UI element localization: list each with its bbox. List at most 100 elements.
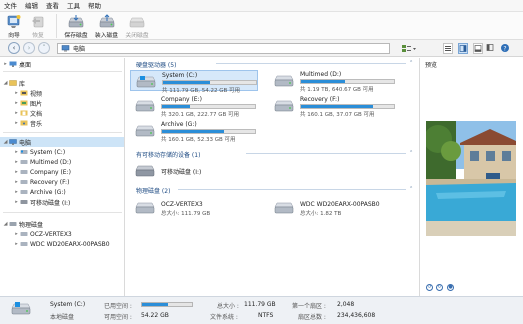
tree-item-drive-c[interactable]: ▸ System (C:) [13,147,65,157]
section-hard-drives: 硬盘驱动器 (5) [136,62,177,69]
status-drive-icon [11,302,31,315]
disk-icon [20,242,28,246]
back-button[interactable]: ‹ [8,42,20,54]
disk-tile-ocz[interactable]: OCZ-VERTEX3 总大小: 111.79 GB [130,199,258,219]
disk-tile-wdc[interactable]: WDC WD20EARX-00PASB0 总大小: 1.82 TB [269,199,397,219]
status-first-sector-value: 2,048 [337,301,355,308]
view-preview-button[interactable] [458,43,468,54]
tree-item-physical-disks[interactable]: ◢ 物理磁盘 [2,219,43,229]
status-drive-name: System (C:) [50,301,86,308]
collapse-icon[interactable]: ◢ [2,80,9,86]
rotate-right-icon: ↻ [437,284,442,290]
close-disk-icon [129,17,145,28]
forward-button[interactable]: › [23,42,35,54]
view-options-button[interactable] [401,44,417,53]
menu-tools[interactable]: 工具 [63,0,84,12]
computer-icon [61,45,70,52]
wizard-button[interactable]: 向导 [2,12,26,40]
tree-item-disk-ocz[interactable]: ▸ OCZ-VERTEX3 [13,229,72,239]
usage-bar [161,129,256,134]
tree-item-drive-i[interactable]: ▸ 可移动磁盘 (I:) [13,197,70,207]
tree-item-disk-wdc[interactable]: ▸ WDC WD20EARX-00PASB0 [13,239,109,249]
zoom-button[interactable]: ● [447,284,454,291]
usage-bar [300,104,395,109]
physical-disk-icon [9,222,17,226]
collapse-icon[interactable]: ◢ [2,221,9,227]
preview-pane-icon [459,45,467,52]
drive-icon [274,100,294,112]
toolbar-separator [56,14,57,38]
tree-item-desktop[interactable]: ▸ 桌面 [2,59,31,69]
status-drive-type: 本地磁盘 [50,314,75,321]
status-sector-count-value: 234,436,608 [337,312,376,319]
view-list-button[interactable] [443,43,453,54]
usage-bar [300,79,395,84]
tree-item-drive-e[interactable]: ▸ Company (E:) [13,167,71,177]
rotate-right-button[interactable]: ↻ [436,284,443,291]
drive-tile-e[interactable]: Company (E:) 共 320.1 GB, 222.77 GB 可用 [130,95,258,118]
status-used-label: 已用空间 : [104,303,132,310]
section-divider [246,153,406,154]
collapse-section-icon[interactable]: ⌃ [409,150,413,156]
rotate-left-button[interactable]: ↺ [426,284,433,291]
tree-item-drive-f[interactable]: ▸ Recovery (F:) [13,177,69,187]
status-total-value: 111.79 GB [244,301,276,308]
collapse-icon[interactable]: ◢ [2,139,9,145]
removable-drive-icon [20,200,28,204]
removable-drive-icon [135,165,155,177]
wizard-label: 向导 [8,33,20,39]
drive-icon [20,170,28,174]
view-toggle-button[interactable] [486,43,496,54]
picture-folder-icon [20,100,28,106]
drive-tile-c[interactable]: System (C:) 共 111.79 GB, 54.22 GB 可用 [130,70,258,94]
recover-button[interactable]: 恢复 [26,12,50,40]
up-arrow-icon: ˄ [42,44,46,52]
recover-label: 恢复 [32,33,44,39]
drive-tile-d[interactable]: Multimed (D:) 共 1.19 TB, 640.67 GB 可用 [269,70,397,93]
load-disk-icon [99,14,114,28]
document-folder-icon [20,110,28,116]
tree-item-documents[interactable]: ▸ 文档 [13,108,42,118]
toolbar: 向导 恢复 保存磁盘 装入磁盘 关闭磁盘 [0,12,523,40]
menu-edit[interactable]: 编辑 [21,0,42,12]
close-disk-button[interactable]: 关闭磁盘 [123,12,151,40]
expand-icon[interactable]: ▸ [2,61,9,67]
menu-help[interactable]: 帮助 [84,0,105,12]
menu-view[interactable]: 查看 [42,0,63,12]
tree-item-pictures[interactable]: ▸ 图片 [13,98,42,108]
save-disk-button[interactable]: 保存磁盘 [63,12,89,40]
load-disk-button[interactable]: 装入磁盘 [93,12,120,40]
zoom-icon: ● [448,284,453,290]
drive-icon [20,160,28,164]
menu-file[interactable]: 文件 [0,0,21,12]
tree-item-library[interactable]: ◢ 库 [2,78,25,88]
tree-item-computer[interactable]: ◢ 电脑 [0,137,124,147]
address-field[interactable]: 电脑 [57,43,390,54]
collapse-section-icon[interactable]: ⌃ [409,186,413,192]
help-button[interactable]: ? [500,43,510,54]
drive-tile-f[interactable]: Recovery (F:) 共 160.1 GB, 37.07 GB 可用 [269,95,397,118]
section-divider [178,189,406,190]
collapse-section-icon[interactable]: ⌃ [409,60,413,66]
folder-tree: ▸ 桌面 ◢ 库 ▸ 视频 ▸ 图片 ▸ 文档 ▸ 音乐 ◢ 电脑 ▸ System (C… [0,58,125,296]
status-bar: System (C:) 本地磁盘 已用空间 : 可用空间 : 54.22 GB … [0,296,523,324]
rotate-left-icon: ↺ [427,284,432,290]
tree-item-drive-d[interactable]: ▸ Multimed (D:) [13,157,71,167]
up-button[interactable]: ˄ [38,42,50,54]
svg-text:?: ? [503,46,506,53]
drive-icon [135,125,155,137]
video-folder-icon [20,90,28,96]
drive-icon [20,180,28,184]
drive-tile-i[interactable]: 可移动磁盘 (I:) [130,163,258,179]
help-icon: ? [501,44,509,53]
tree-item-videos[interactable]: ▸ 视频 [13,88,42,98]
tree-item-drive-g[interactable]: ▸ Archive (G:) [13,187,65,197]
tree-separator [3,132,122,133]
preview-title: 预览 [425,62,438,69]
tree-item-music[interactable]: ▸ 音乐 [13,118,42,128]
drive-tile-g[interactable]: Archive (G:) 共 160.1 GB, 52.33 GB 可用 [130,120,258,143]
address-path: 电脑 [73,46,86,53]
view-details-button[interactable] [473,43,483,54]
list-view-icon [445,46,451,51]
preview-image [426,121,516,236]
